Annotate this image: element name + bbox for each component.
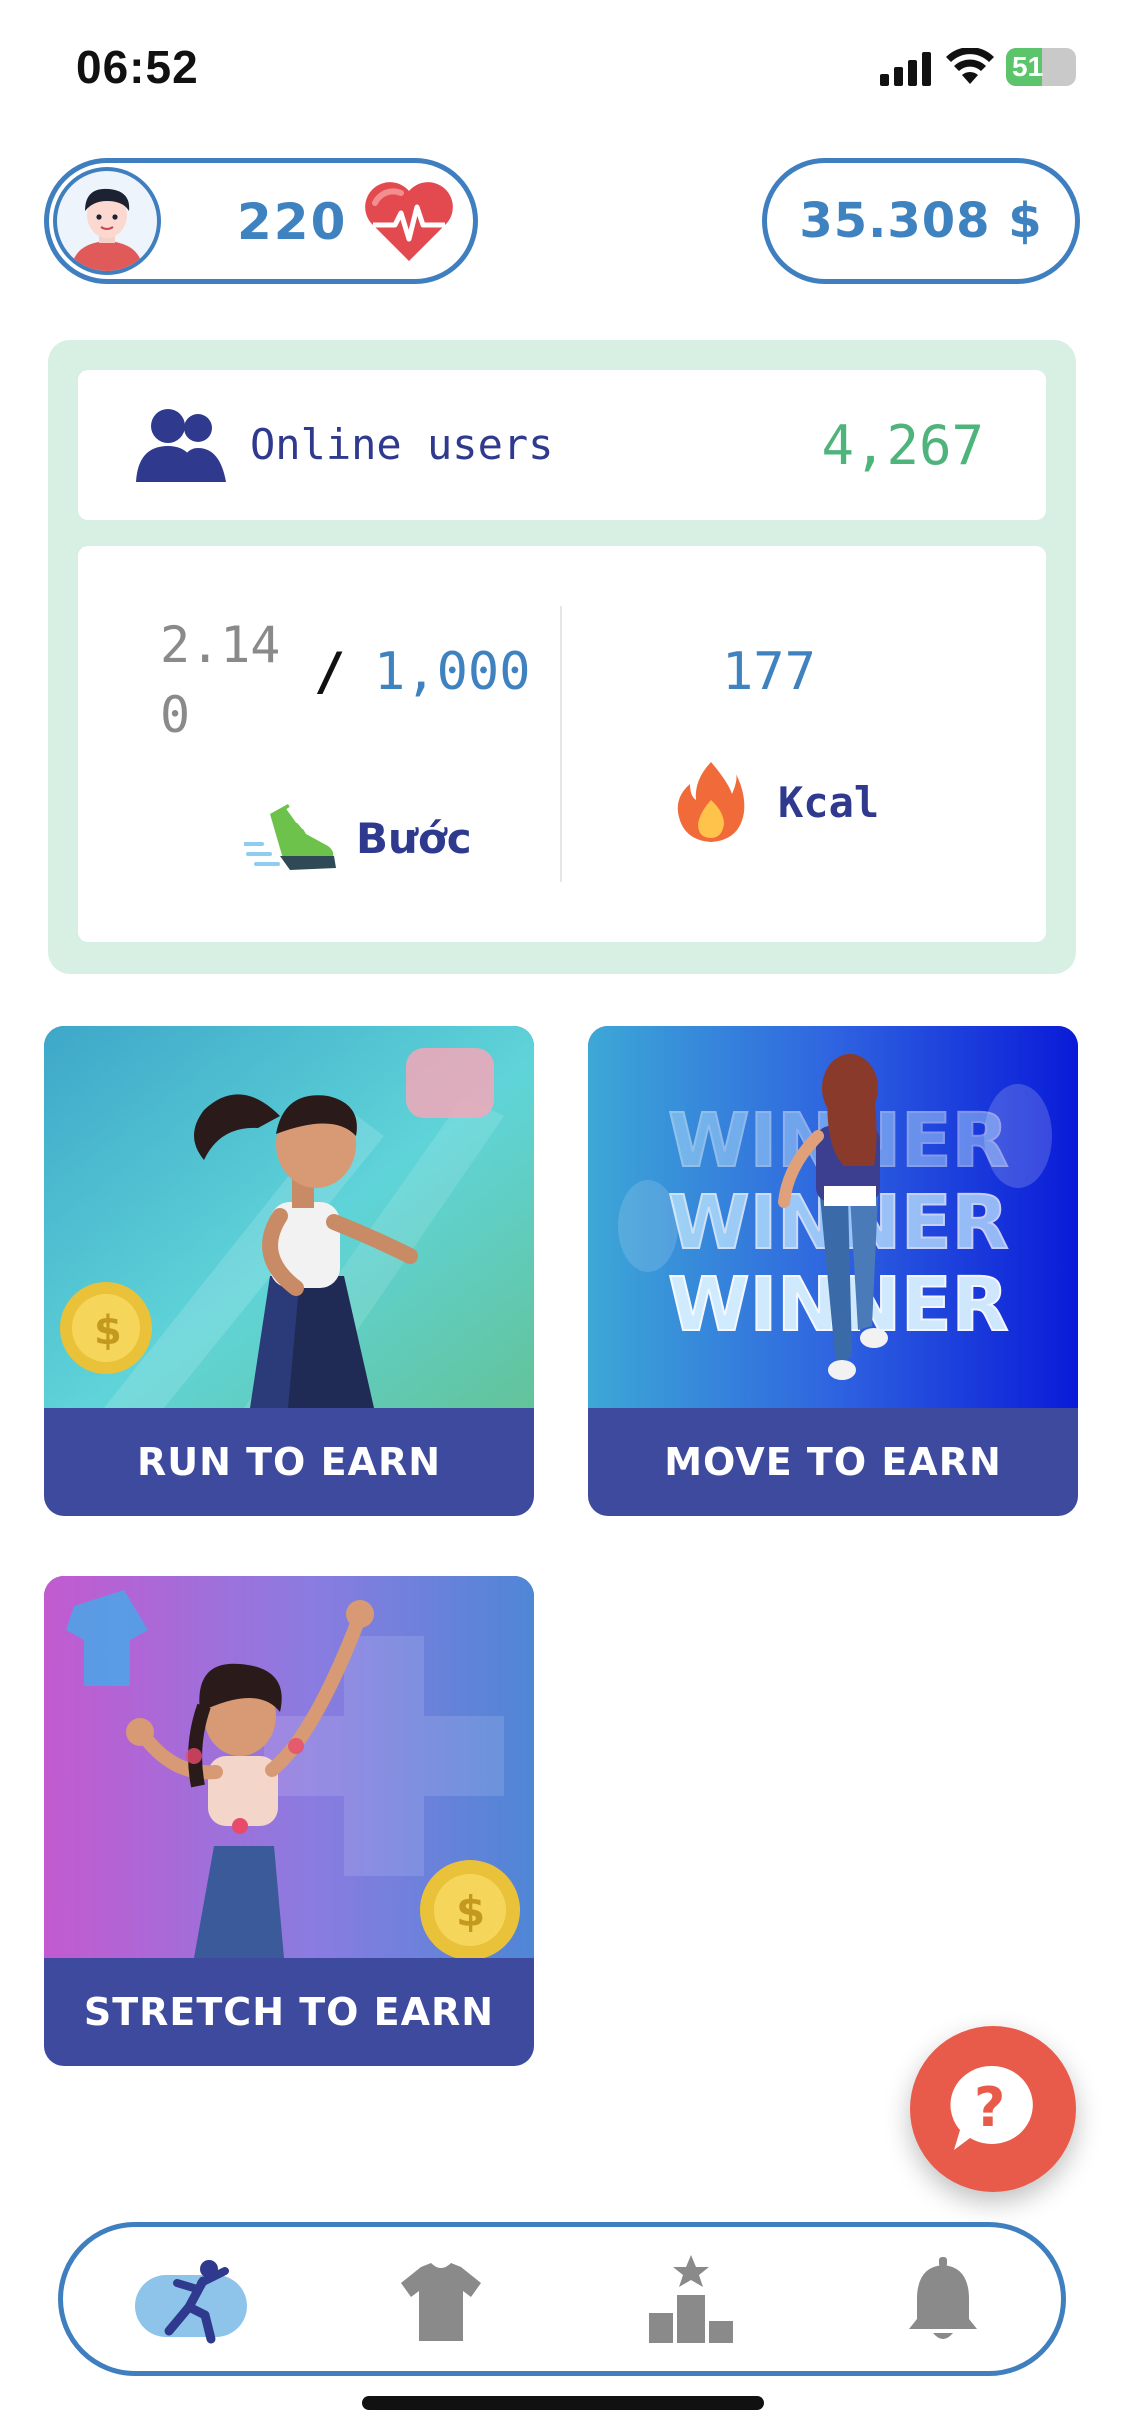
run-to-earn-label: RUN TO EARN bbox=[136, 1440, 442, 1484]
kcal-label: Kcal bbox=[778, 778, 880, 827]
wifi-icon bbox=[946, 48, 994, 84]
move-to-earn-label: MOVE TO EARN bbox=[664, 1440, 1002, 1484]
run-illustration: $ bbox=[44, 1026, 534, 1408]
tshirt-icon bbox=[401, 2263, 481, 2341]
nav-shop[interactable] bbox=[381, 2249, 501, 2349]
run-to-earn-tile[interactable]: $ RUN TO EARN bbox=[44, 1026, 534, 1516]
status-bar: 06:52 51 bbox=[0, 0, 1125, 135]
steps-goal: 1,000 bbox=[374, 642, 531, 702]
online-users-card: Online users 4,267 bbox=[78, 370, 1046, 520]
activity-card: 2.140 / 1,000 Bước 177 Kcal bbox=[78, 546, 1046, 942]
move-illustration: WINNER WINNER WINNER bbox=[588, 1026, 1078, 1408]
workout-icon bbox=[164, 2260, 229, 2344]
move-to-earn-tile[interactable]: WINNER WINNER WINNER MOVE TO EARN bbox=[588, 1026, 1078, 1516]
steps-separator: / bbox=[314, 642, 346, 702]
nav-notifications[interactable] bbox=[883, 2249, 1003, 2349]
svg-text:?: ? bbox=[974, 2076, 1005, 2139]
battery-icon: 51 bbox=[1006, 48, 1076, 86]
stretch-to-earn-label: STRETCH TO EARN bbox=[83, 1990, 495, 2034]
status-time: 06:52 bbox=[76, 41, 199, 93]
users-icon bbox=[136, 409, 226, 482]
fire-icon bbox=[677, 762, 745, 842]
balance-pill[interactable]: 35.308 $ bbox=[762, 158, 1080, 284]
bottom-nav bbox=[58, 2222, 1066, 2376]
stretch-to-earn-tile[interactable]: $ STRETCH TO EARN bbox=[44, 1576, 534, 2066]
steps-label: Bước bbox=[356, 814, 472, 863]
home-indicator[interactable] bbox=[362, 2396, 764, 2410]
leaderboard-icon bbox=[649, 2255, 733, 2343]
help-button[interactable]: ? bbox=[910, 2026, 1076, 2192]
stats-panel: Online users 4,267 2.140 / 1,000 Bước 17… bbox=[48, 340, 1076, 974]
avatar[interactable] bbox=[53, 167, 161, 275]
balance-value: 35.308 $ bbox=[799, 193, 1043, 249]
battery-percent: 51 bbox=[1012, 51, 1044, 82]
svg-text:$: $ bbox=[94, 1308, 122, 1354]
question-chat-icon: ? bbox=[950, 2065, 1033, 2150]
stretch-illustration: $ bbox=[44, 1576, 534, 1958]
steps-current: 2.140 bbox=[160, 616, 281, 744]
nav-workout[interactable] bbox=[133, 2249, 253, 2349]
user-avatar-icon bbox=[71, 188, 143, 271]
profile-pill[interactable]: 220 bbox=[44, 158, 478, 284]
cellular-signal-icon bbox=[880, 52, 931, 86]
kcal-value: 177 bbox=[722, 642, 816, 702]
stats-divider bbox=[560, 606, 562, 882]
nav-leaderboard[interactable] bbox=[631, 2249, 751, 2349]
svg-text:$: $ bbox=[456, 1887, 485, 1936]
heart-rate-icon bbox=[365, 182, 453, 261]
online-users-count: 4,267 bbox=[821, 414, 984, 477]
bell-icon bbox=[909, 2257, 977, 2339]
online-users-label: Online users bbox=[250, 420, 554, 469]
running-shoe-icon bbox=[244, 804, 336, 870]
hp-value: 220 bbox=[237, 193, 348, 251]
